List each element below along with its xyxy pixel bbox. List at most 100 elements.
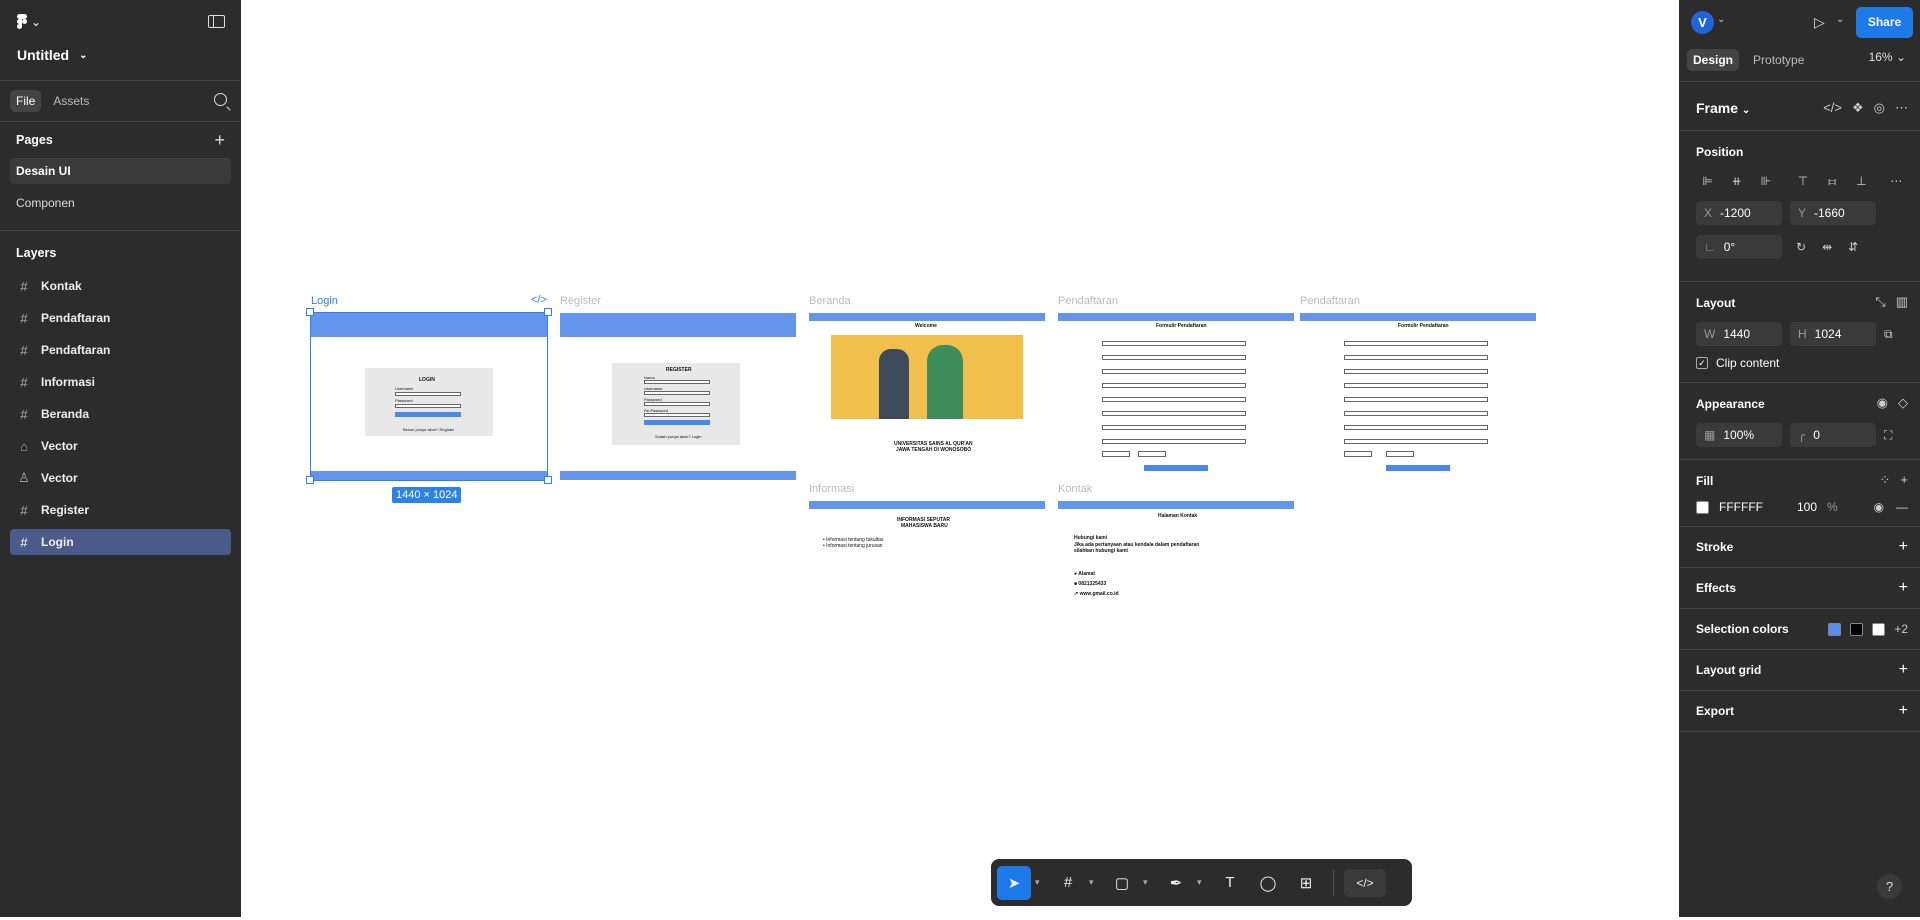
frame-label-kontak[interactable]: Kontak: [1058, 483, 1092, 495]
chevron-down-icon[interactable]: ⌄: [1836, 14, 1844, 25]
resources-tool-button[interactable]: ⊞: [1289, 866, 1323, 900]
constrain-proportions-icon[interactable]: ⧉: [1884, 327, 1893, 342]
align-bottom-icon[interactable]: ⊥: [1850, 171, 1873, 191]
move-tool-button[interactable]: ➤: [997, 865, 1031, 900]
mask-icon[interactable]: ◎: [1874, 100, 1885, 116]
y-input[interactable]: Y -1660: [1790, 201, 1876, 225]
layer-item[interactable]: ⌂ Vector: [10, 433, 231, 459]
frame-label-beranda[interactable]: Beranda: [809, 295, 851, 307]
layer-item[interactable]: # Register: [10, 497, 231, 523]
add-icon[interactable]: +: [1899, 661, 1908, 679]
play-icon[interactable]: ▷: [1814, 14, 1825, 31]
auto-layout-icon[interactable]: ▥: [1896, 294, 1908, 310]
fill-row[interactable]: FFFFFF 100 % ◉ —: [1696, 500, 1908, 514]
layer-item[interactable]: ♙ Vector: [10, 465, 231, 491]
align-center-h-icon[interactable]: ⧺: [1725, 171, 1748, 191]
remove-fill-icon[interactable]: —: [1896, 500, 1908, 514]
page-item-componen[interactable]: Componen: [10, 190, 231, 216]
sidebar-toggle-icon[interactable]: [208, 15, 225, 28]
chevron-down-icon[interactable]: ▾: [1143, 877, 1155, 888]
avatar[interactable]: V: [1691, 11, 1714, 34]
file-name-button[interactable]: Untitled ⌄: [17, 47, 88, 63]
add-icon[interactable]: +: [1899, 702, 1908, 720]
export-section[interactable]: Export +: [1679, 691, 1920, 732]
height-input[interactable]: H 1024: [1790, 322, 1876, 346]
color-swatch[interactable]: [1828, 622, 1842, 636]
page-item-desain-ui[interactable]: Desain UI: [10, 158, 231, 184]
share-button[interactable]: Share: [1856, 7, 1913, 38]
tab-prototype[interactable]: Prototype: [1747, 49, 1810, 71]
clip-content-checkbox[interactable]: ✓ Clip content: [1696, 356, 1908, 370]
flip-horizontal-icon[interactable]: ⇹: [1822, 240, 1832, 254]
more-colors[interactable]: +2: [1894, 622, 1908, 636]
layer-item[interactable]: # Pendaftaran: [10, 305, 231, 331]
resize-handle[interactable]: [306, 308, 314, 316]
pen-tool-button[interactable]: ✒: [1159, 866, 1193, 900]
frame-label-login[interactable]: Login: [311, 295, 338, 307]
rotate-icon[interactable]: ↻: [1796, 240, 1806, 254]
frame-beranda[interactable]: Welcome UNIVERSITAS SAINS AL QUR'AN JAWA…: [809, 313, 1045, 480]
add-icon[interactable]: +: [1899, 579, 1908, 597]
dev-mode-button[interactable]: </>: [1344, 868, 1386, 897]
resize-handle[interactable]: [306, 476, 314, 484]
frame-label-pendaftaran[interactable]: Pendaftaran: [1058, 295, 1118, 307]
color-swatch[interactable]: [1872, 622, 1886, 636]
frame-informasi[interactable]: INFORMASI SEPUTAR MAHASISWA BARU • Infor…: [809, 501, 1045, 561]
main-menu-button[interactable]: ⌄: [17, 14, 41, 29]
add-icon[interactable]: +: [1899, 538, 1908, 556]
eye-icon[interactable]: ◉: [1874, 500, 1884, 514]
flip-vertical-icon[interactable]: ⇵: [1848, 240, 1858, 254]
rectangle-tool-button[interactable]: ▢: [1105, 866, 1139, 900]
layout-grid-section[interactable]: Layout grid +: [1679, 650, 1920, 691]
align-left-icon[interactable]: ⊫: [1696, 171, 1719, 191]
search-icon[interactable]: [214, 93, 227, 106]
color-swatch[interactable]: [1850, 622, 1864, 636]
frame-label-informasi[interactable]: Informasi: [809, 483, 854, 495]
x-input[interactable]: X -1200: [1696, 201, 1782, 225]
layer-item[interactable]: # Kontak: [10, 273, 231, 299]
eye-icon[interactable]: ◉: [1877, 395, 1888, 411]
effects-section[interactable]: Effects +: [1679, 568, 1920, 609]
layer-item[interactable]: # Informasi: [10, 369, 231, 395]
fill-hex[interactable]: FFFFFF: [1719, 500, 1763, 514]
frame-label-pendaftaran-2[interactable]: Pendaftaran: [1300, 295, 1360, 307]
blend-mode-icon[interactable]: ◇: [1898, 395, 1908, 411]
component-icon[interactable]: ❖: [1852, 100, 1864, 116]
zoom-dropdown[interactable]: 16% ⌄: [1869, 50, 1906, 64]
resize-to-fit-icon[interactable]: ⤡: [1875, 294, 1885, 310]
text-tool-button[interactable]: T: [1213, 866, 1247, 900]
layer-item[interactable]: # Beranda: [10, 401, 231, 427]
add-page-icon[interactable]: +: [214, 130, 225, 151]
resize-handle[interactable]: [544, 476, 552, 484]
tab-assets[interactable]: Assets: [47, 90, 95, 112]
canvas[interactable]: Login </> LOGIN Username Password Belum …: [241, 0, 1679, 917]
frame-kontak[interactable]: Halaman Kontak Hubungi kami Jika ada per…: [1058, 501, 1294, 605]
corner-radius-input[interactable]: ╭ 0: [1790, 423, 1876, 447]
more-icon[interactable]: ⋯: [1895, 100, 1908, 116]
frame-register[interactable]: REGISTER Nama Username Password Re-Passw…: [560, 313, 796, 480]
width-input[interactable]: W 1440: [1696, 322, 1782, 346]
styles-icon[interactable]: ⁘: [1880, 472, 1891, 488]
tab-design[interactable]: Design: [1687, 48, 1740, 71]
independent-corners-icon[interactable]: ⛶: [1884, 428, 1892, 443]
opacity-input[interactable]: ▦ 100%: [1696, 423, 1782, 447]
chevron-down-icon[interactable]: ⌄: [1717, 14, 1725, 25]
help-icon[interactable]: ?: [1877, 874, 1902, 899]
code-icon[interactable]: </>: [531, 294, 547, 306]
align-right-icon[interactable]: ⊪: [1754, 171, 1777, 191]
selection-box[interactable]: [310, 312, 548, 481]
code-icon[interactable]: </>: [1823, 100, 1842, 116]
stroke-section[interactable]: Stroke +: [1679, 527, 1920, 568]
align-middle-v-icon[interactable]: ⧦: [1821, 171, 1844, 191]
rotation-input[interactable]: ∟ 0°: [1696, 235, 1782, 259]
frame-pendaftaran-1[interactable]: Formulir Pendaftaran: [1058, 313, 1294, 473]
chevron-down-icon[interactable]: ▾: [1197, 877, 1209, 888]
fill-opacity[interactable]: 100: [1797, 500, 1817, 514]
chevron-down-icon[interactable]: ▾: [1035, 877, 1047, 888]
frame-tool-button[interactable]: #: [1051, 866, 1085, 900]
tab-file[interactable]: File: [10, 90, 42, 112]
frame-pendaftaran-2[interactable]: Formulir Pendaftaran: [1300, 313, 1536, 473]
resize-handle[interactable]: [544, 308, 552, 316]
more-icon[interactable]: ⋯: [1885, 171, 1908, 191]
add-fill-icon[interactable]: +: [1900, 472, 1908, 488]
